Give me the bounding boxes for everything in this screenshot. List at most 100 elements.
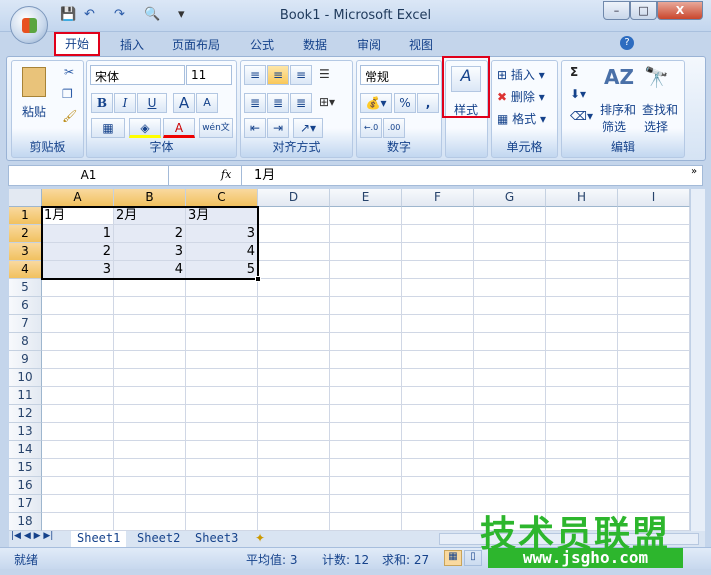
cell-g14[interactable] [474, 441, 546, 459]
restore-button[interactable]: □ [630, 1, 657, 20]
cell-f14[interactable] [402, 441, 474, 459]
cell-b12[interactable] [114, 405, 186, 423]
cell-f16[interactable] [402, 477, 474, 495]
cell-h15[interactable] [546, 459, 618, 477]
paste-button[interactable]: 粘贴 [22, 103, 46, 120]
cell-c8[interactable] [186, 333, 258, 351]
cell-b17[interactable] [114, 495, 186, 513]
cell-c9[interactable] [186, 351, 258, 369]
minimize-button[interactable]: – [603, 1, 630, 20]
vertical-scrollbar[interactable] [690, 189, 705, 531]
tab-page-layout[interactable]: 页面布局 [172, 36, 220, 53]
row-header-2[interactable]: 2 [9, 225, 42, 243]
cell-a1[interactable]: 1月 [42, 207, 114, 225]
insert-function-button[interactable]: fx [221, 168, 231, 181]
cell-c15[interactable] [186, 459, 258, 477]
row-header-11[interactable]: 11 [9, 387, 42, 405]
cell-i15[interactable] [618, 459, 690, 477]
cell-i14[interactable] [618, 441, 690, 459]
cell-g7[interactable] [474, 315, 546, 333]
autosum-button[interactable]: Σ [570, 65, 578, 79]
decrease-indent-button[interactable]: ⇤ [244, 118, 266, 138]
find-select-button-line2[interactable]: 选择 [644, 118, 668, 135]
cell-a12[interactable] [42, 405, 114, 423]
cell-i7[interactable] [618, 315, 690, 333]
cell-i5[interactable] [618, 279, 690, 297]
percent-button[interactable]: % [394, 93, 416, 113]
help-icon[interactable]: ? [620, 36, 634, 50]
orientation-button[interactable]: ↗▾ [293, 118, 323, 138]
cell-f3[interactable] [402, 243, 474, 261]
find-icon[interactable]: 🔭 [644, 65, 669, 89]
redo-icon[interactable]: ↷ [114, 7, 125, 25]
cell-c5[interactable] [186, 279, 258, 297]
cell-f8[interactable] [402, 333, 474, 351]
cell-c18[interactable] [186, 513, 258, 531]
cell-d4[interactable] [258, 261, 330, 279]
column-header-f[interactable]: F [402, 189, 474, 207]
cell-e2[interactable] [330, 225, 402, 243]
cell-a4[interactable]: 3 [42, 261, 114, 279]
row-header-7[interactable]: 7 [9, 315, 42, 333]
cell-b8[interactable] [114, 333, 186, 351]
cell-b15[interactable] [114, 459, 186, 477]
cell-c10[interactable] [186, 369, 258, 387]
cell-b9[interactable] [114, 351, 186, 369]
cell-a2[interactable]: 1 [42, 225, 114, 243]
row-header-8[interactable]: 8 [9, 333, 42, 351]
increase-indent-button[interactable]: ⇥ [267, 118, 289, 138]
copy-icon[interactable]: ❐ [62, 87, 73, 101]
cell-a11[interactable] [42, 387, 114, 405]
column-header-d[interactable]: D [258, 189, 330, 207]
cell-a15[interactable] [42, 459, 114, 477]
cell-b5[interactable] [114, 279, 186, 297]
align-middle-button[interactable]: ≡ [267, 65, 289, 85]
sheet-tab-sheet2[interactable]: Sheet2 [131, 531, 186, 547]
fill-icon[interactable]: ⬇▾ [570, 87, 586, 101]
tab-review[interactable]: 审阅 [357, 36, 381, 53]
cell-d15[interactable] [258, 459, 330, 477]
cell-d18[interactable] [258, 513, 330, 531]
cell-d7[interactable] [258, 315, 330, 333]
cell-d9[interactable] [258, 351, 330, 369]
row-header-10[interactable]: 10 [9, 369, 42, 387]
cell-b16[interactable] [114, 477, 186, 495]
cell-e5[interactable] [330, 279, 402, 297]
tab-home[interactable]: 开始 [54, 32, 100, 56]
cell-h2[interactable] [546, 225, 618, 243]
cell-e15[interactable] [330, 459, 402, 477]
cell-c6[interactable] [186, 297, 258, 315]
save-icon[interactable]: 💾 [60, 7, 76, 25]
close-button[interactable]: X [657, 1, 703, 20]
formula-input[interactable]: 1月 [241, 166, 691, 185]
cell-a14[interactable] [42, 441, 114, 459]
cell-g12[interactable] [474, 405, 546, 423]
cell-e16[interactable] [330, 477, 402, 495]
cell-h13[interactable] [546, 423, 618, 441]
comma-button[interactable]: , [417, 93, 439, 113]
undo-icon[interactable]: ↶ [84, 7, 95, 25]
cell-f13[interactable] [402, 423, 474, 441]
select-all-button[interactable] [9, 189, 42, 207]
insert-sheet-icon[interactable]: ✦ [255, 531, 265, 545]
name-box[interactable]: A1 [9, 166, 169, 185]
sort-filter-icon[interactable]: AZ [604, 65, 634, 89]
cell-e18[interactable] [330, 513, 402, 531]
cell-a5[interactable] [42, 279, 114, 297]
cell-g15[interactable] [474, 459, 546, 477]
cell-c1[interactable]: 3月 [186, 207, 258, 225]
cell-f15[interactable] [402, 459, 474, 477]
cell-c14[interactable] [186, 441, 258, 459]
row-header-16[interactable]: 16 [9, 477, 42, 495]
cell-g5[interactable] [474, 279, 546, 297]
cell-g9[interactable] [474, 351, 546, 369]
row-header-12[interactable]: 12 [9, 405, 42, 423]
cell-h4[interactable] [546, 261, 618, 279]
cell-i1[interactable] [618, 207, 690, 225]
cell-d1[interactable] [258, 207, 330, 225]
grow-font-button[interactable]: A [173, 93, 195, 113]
cell-h12[interactable] [546, 405, 618, 423]
tab-data[interactable]: 数据 [303, 36, 327, 53]
row-header-13[interactable]: 13 [9, 423, 42, 441]
merge-center-icon[interactable]: ⊞▾ [319, 95, 335, 109]
